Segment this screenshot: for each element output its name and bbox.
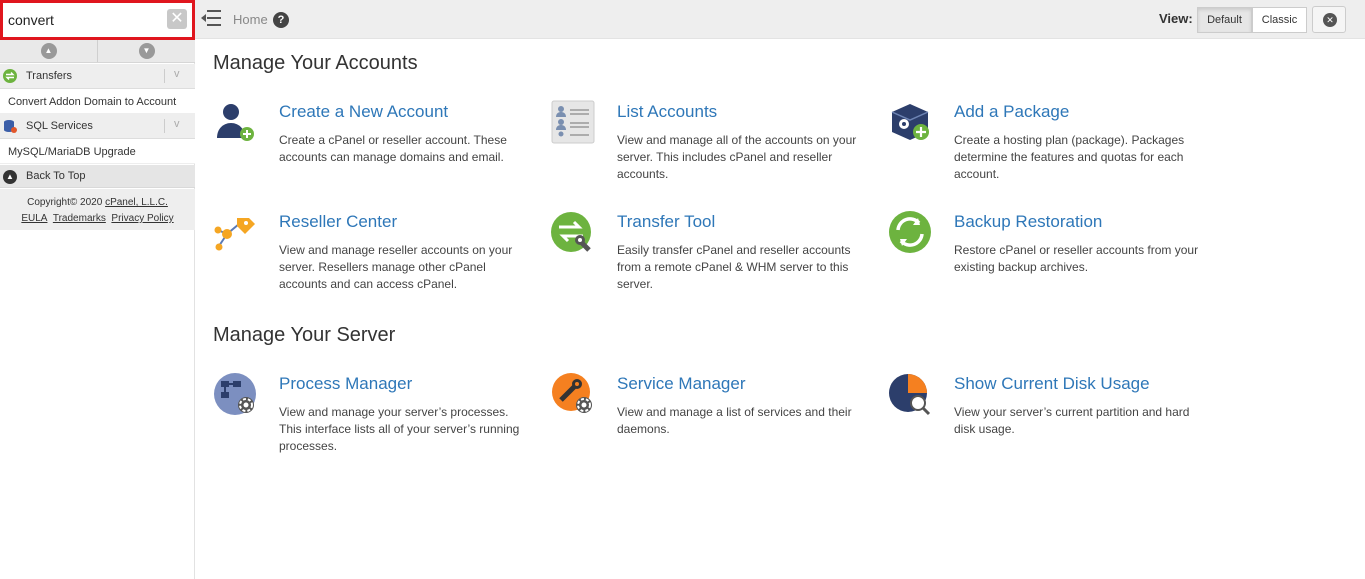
backup-restoration-icon (889, 211, 931, 253)
arrow-up-icon: ▲ (40, 43, 57, 59)
view-label: View: (1159, 11, 1193, 26)
arrow-down-icon: ▼ (138, 43, 155, 59)
transfer-tool-link[interactable]: Transfer Tool (617, 212, 715, 232)
eula-link[interactable]: EULA (21, 213, 47, 224)
service-manager-link[interactable]: Service Manager (617, 374, 746, 394)
close-button[interactable]: ✕ (1312, 6, 1346, 33)
transfer-tool-description: Easily transfer cPanel and reseller acco… (617, 243, 851, 291)
footer-links: EULA Trademarks Privacy Policy (0, 211, 195, 227)
process-manager-description: View and manage your server’s processes.… (279, 405, 520, 453)
arrow-up-icon: ▲ (3, 170, 17, 184)
close-icon: ✕ (1323, 13, 1337, 27)
disk-usage-icon (889, 374, 931, 416)
disk-usage-link[interactable]: Show Current Disk Usage (954, 374, 1150, 394)
backup-restoration-link[interactable]: Backup Restoration (954, 212, 1102, 232)
create-account-link[interactable]: Create a New Account (279, 102, 448, 122)
category-label: SQL Services (26, 120, 93, 132)
copyright-line: Copyright© 2020 cPanel, L.L.C. (0, 195, 195, 211)
process-manager-icon (214, 373, 256, 415)
section-title-accounts: Manage Your Accounts (213, 52, 418, 74)
transfer-tool-icon (551, 212, 591, 252)
divider (164, 69, 165, 83)
sql-services-icon (4, 120, 17, 133)
create-account-description: Create a cPanel or reseller account. The… (279, 133, 507, 164)
category-label: Transfers (26, 70, 73, 82)
trademarks-link[interactable]: Trademarks (53, 213, 106, 224)
disk-usage-description: View your server’s current partition and… (954, 405, 1190, 436)
add-package-link[interactable]: Add a Package (954, 102, 1069, 122)
privacy-policy-link[interactable]: Privacy Policy (111, 213, 173, 224)
divider (164, 119, 165, 133)
list-accounts-description: View and manage all of the accounts on y… (617, 133, 857, 181)
reseller-center-icon (214, 218, 255, 251)
collapse-sidebar-icon[interactable] (201, 9, 221, 27)
collapse-all-button[interactable]: ▲ (0, 40, 97, 62)
reseller-center-description: View and manage reseller accounts on you… (279, 243, 513, 291)
copyright-text: Copyright© 2020 (27, 197, 103, 208)
create-account-icon (217, 104, 254, 141)
chevron-down-icon[interactable]: v (174, 68, 180, 80)
service-manager-icon (552, 373, 592, 413)
list-accounts-link[interactable]: List Accounts (617, 102, 717, 122)
reseller-center-link[interactable]: Reseller Center (279, 212, 397, 232)
view-default-button[interactable]: Default (1197, 7, 1252, 33)
help-icon[interactable]: ? (273, 12, 289, 28)
back-to-top-label: Back To Top (26, 170, 86, 182)
category-nav-arrows: ▲ ▼ (0, 40, 195, 63)
sidebar-footer: Copyright© 2020 cPanel, L.L.C. EULA Trad… (0, 189, 195, 230)
cpanel-link[interactable]: cPanel, L.L.C. (105, 197, 168, 208)
search-box: ✕ (0, 0, 195, 40)
sidebar-category-sql-services[interactable]: SQL Services v (0, 114, 195, 139)
sidebar-item-mysql-upgrade[interactable]: MySQL/MariaDB Upgrade (0, 139, 195, 164)
process-manager-link[interactable]: Process Manager (279, 374, 412, 394)
transfers-icon (3, 69, 17, 83)
section-title-server: Manage Your Server (213, 324, 396, 346)
top-bar: Home ? View: Default Classic ✕ (195, 0, 1365, 39)
clear-search-icon[interactable]: ✕ (167, 9, 187, 29)
sidebar-category-transfers[interactable]: Transfers v (0, 64, 195, 89)
list-accounts-icon (551, 100, 595, 144)
search-input[interactable] (6, 6, 166, 34)
backup-restoration-description: Restore cPanel or reseller accounts from… (954, 243, 1199, 274)
back-to-top-button[interactable]: ▲ Back To Top (0, 165, 195, 188)
add-package-description: Create a hosting plan (package). Package… (954, 133, 1185, 181)
service-manager-description: View and manage a list of services and t… (617, 405, 852, 436)
sidebar: ✕ ▲ ▼ Transfers v Convert Addon Domain t… (0, 0, 195, 579)
expand-all-button[interactable]: ▼ (97, 40, 195, 62)
chevron-down-icon[interactable]: v (174, 118, 180, 130)
arrow-left-icon (201, 14, 206, 22)
add-package-icon (891, 104, 929, 140)
sidebar-item-convert-addon-domain[interactable]: Convert Addon Domain to Account (0, 89, 195, 114)
view-classic-button[interactable]: Classic (1252, 7, 1307, 33)
breadcrumb-home[interactable]: Home (233, 12, 268, 27)
